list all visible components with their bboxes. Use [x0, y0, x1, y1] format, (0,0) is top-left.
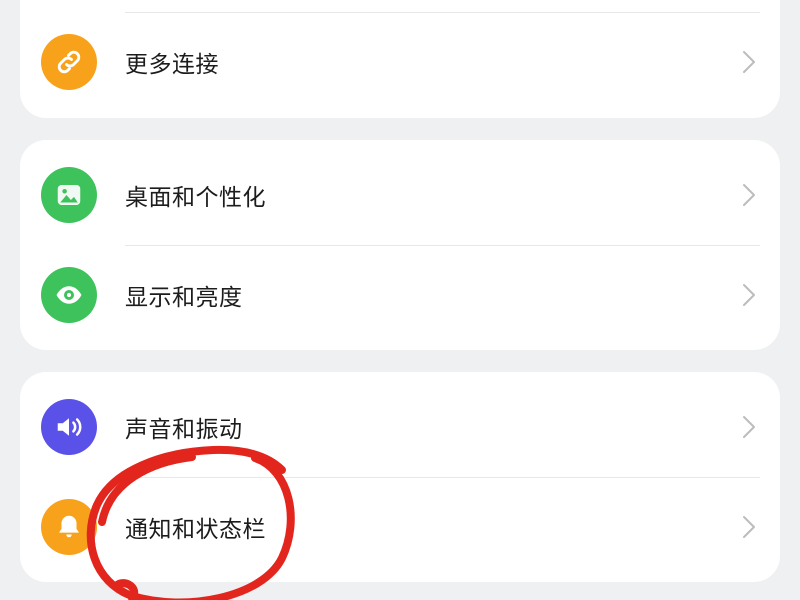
chevron-right-icon: [743, 516, 755, 538]
settings-item-label: 声音和振动: [125, 416, 243, 442]
eye-icon: [41, 267, 97, 323]
bell-icon: [41, 499, 97, 555]
chevron-right-icon: [743, 51, 755, 73]
settings-group: 声音和振动 通知和状态栏: [20, 372, 780, 582]
settings-item-label: 桌面和个性化: [125, 184, 266, 210]
settings-item-label: 更多连接: [125, 51, 219, 77]
chevron-right-icon: [743, 416, 755, 438]
settings-item-sound-vibration[interactable]: 声音和振动: [20, 377, 780, 477]
chevron-right-icon: [743, 284, 755, 306]
settings-item-display-brightness[interactable]: 显示和亮度: [20, 245, 780, 345]
settings-item-more-connections[interactable]: 更多连接: [20, 12, 780, 112]
settings-item-label: 显示和亮度: [125, 284, 243, 310]
chevron-right-icon: [743, 184, 755, 206]
settings-item-desktop-personalization[interactable]: 桌面和个性化: [20, 145, 780, 245]
settings-group: 桌面和个性化 显示和亮度: [20, 140, 780, 350]
link-icon: [41, 34, 97, 90]
settings-group: 更多连接: [20, 0, 780, 118]
settings-screen: 更多连接 桌面和个性化 显示和亮度 声音和振动 通知和状态栏: [0, 0, 800, 600]
image-icon: [41, 167, 97, 223]
settings-item-notifications-status-bar[interactable]: 通知和状态栏: [20, 477, 780, 577]
settings-item-label: 通知和状态栏: [125, 516, 266, 542]
volume-icon: [41, 399, 97, 455]
